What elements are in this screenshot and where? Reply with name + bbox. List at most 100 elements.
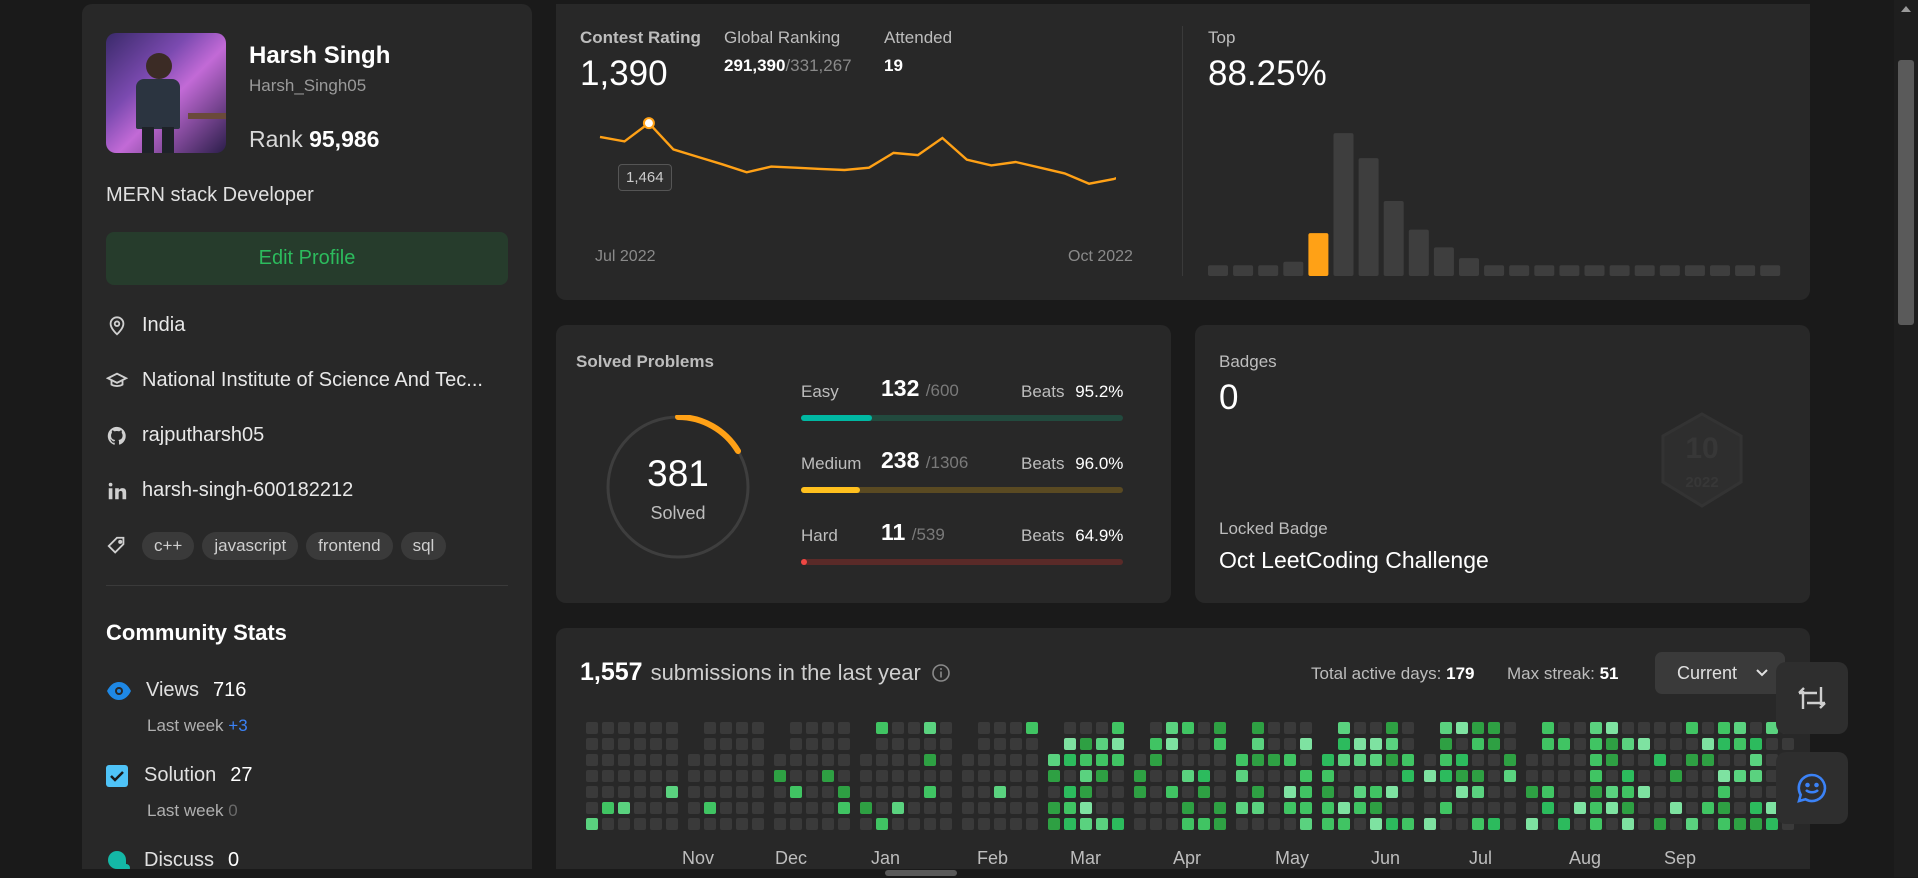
- heatmap-cell[interactable]: [618, 770, 630, 782]
- heatmap-cell[interactable]: [602, 738, 614, 750]
- heatmap-cell[interactable]: [752, 818, 764, 830]
- heatmap-cell[interactable]: [666, 786, 678, 798]
- heatmap-cell[interactable]: [586, 754, 598, 766]
- heatmap-cell[interactable]: [1424, 786, 1436, 798]
- heatmap-cell[interactable]: [1268, 818, 1280, 830]
- heatmap-cell[interactable]: [924, 802, 936, 814]
- heatmap-cell[interactable]: [892, 738, 904, 750]
- heatmap-cell[interactable]: [1026, 802, 1038, 814]
- heatmap-cell[interactable]: [1622, 722, 1634, 734]
- heatmap-cell[interactable]: [924, 738, 936, 750]
- heatmap-cell[interactable]: [1010, 770, 1022, 782]
- scrollbar-up-arrow-icon[interactable]: [1901, 6, 1911, 12]
- heatmap-cell[interactable]: [1574, 818, 1586, 830]
- heatmap-cell[interactable]: [1606, 754, 1618, 766]
- heatmap-cell[interactable]: [908, 786, 920, 798]
- heatmap-cell[interactable]: [1638, 754, 1650, 766]
- heatmap-cell[interactable]: [666, 770, 678, 782]
- github-row[interactable]: rajputharsh05: [106, 424, 506, 447]
- rating-line-chart[interactable]: [556, 4, 1116, 244]
- heatmap-cell[interactable]: [806, 818, 818, 830]
- heatmap-cell[interactable]: [1252, 818, 1264, 830]
- heatmap-cell[interactable]: [650, 722, 662, 734]
- heatmap-cell[interactable]: [666, 722, 678, 734]
- heatmap-cell[interactable]: [1386, 802, 1398, 814]
- heatmap-cell[interactable]: [1488, 786, 1500, 798]
- heatmap-cell[interactable]: [1080, 802, 1092, 814]
- heatmap-cell[interactable]: [962, 754, 974, 766]
- scrollbar-thumb[interactable]: [1898, 60, 1914, 325]
- heatmap-cell[interactable]: [1766, 818, 1778, 830]
- heatmap-cell[interactable]: [774, 802, 786, 814]
- heatmap-cell[interactable]: [1010, 754, 1022, 766]
- heatmap-cell[interactable]: [1010, 802, 1022, 814]
- heatmap-cell[interactable]: [1702, 786, 1714, 798]
- heatmap-cell[interactable]: [720, 802, 732, 814]
- heatmap-cell[interactable]: [1424, 770, 1436, 782]
- heatmap-cell[interactable]: [1574, 786, 1586, 798]
- heatmap-cell[interactable]: [1622, 786, 1634, 798]
- heatmap-cell[interactable]: [1750, 802, 1762, 814]
- heatmap-cell[interactable]: [1370, 754, 1382, 766]
- heatmap-cell[interactable]: [1064, 786, 1076, 798]
- heatmap-cell[interactable]: [908, 770, 920, 782]
- heatmap-cell[interactable]: [1606, 770, 1618, 782]
- heatmap-cell[interactable]: [876, 722, 888, 734]
- heatmap-cell[interactable]: [688, 818, 700, 830]
- heatmap-cell[interactable]: [908, 818, 920, 830]
- heatmap-cell[interactable]: [1182, 738, 1194, 750]
- heatmap-cell[interactable]: [806, 770, 818, 782]
- heatmap-cell[interactable]: [1322, 754, 1334, 766]
- heatmap-cell[interactable]: [1322, 786, 1334, 798]
- heatmap-cell[interactable]: [650, 818, 662, 830]
- avatar[interactable]: [106, 33, 226, 153]
- heatmap-cell[interactable]: [1284, 786, 1296, 798]
- heatmap-cell[interactable]: [940, 754, 952, 766]
- heatmap-cell[interactable]: [892, 802, 904, 814]
- heatmap-cell[interactable]: [860, 818, 872, 830]
- rating-histogram[interactable]: [1208, 114, 1788, 276]
- heatmap-cell[interactable]: [1670, 722, 1682, 734]
- heatmap-cell[interactable]: [806, 802, 818, 814]
- heatmap-cell[interactable]: [634, 770, 646, 782]
- heatmap-cell[interactable]: [1734, 786, 1746, 798]
- heatmap-cell[interactable]: [790, 818, 802, 830]
- heatmap-cell[interactable]: [666, 754, 678, 766]
- heatmap-cell[interactable]: [1622, 818, 1634, 830]
- heatmap-cell[interactable]: [618, 738, 630, 750]
- heatmap-cell[interactable]: [1670, 818, 1682, 830]
- heatmap-cell[interactable]: [1424, 818, 1436, 830]
- heatmap-cell[interactable]: [1750, 770, 1762, 782]
- heatmap-cell[interactable]: [1402, 754, 1414, 766]
- heatmap-cell[interactable]: [1504, 722, 1516, 734]
- heatmap-cell[interactable]: [1080, 722, 1092, 734]
- heatmap-cell[interactable]: [720, 818, 732, 830]
- heatmap-cell[interactable]: [1504, 738, 1516, 750]
- heatmap-cell[interactable]: [838, 786, 850, 798]
- heatmap-cell[interactable]: [1504, 754, 1516, 766]
- heatmap-cell[interactable]: [666, 802, 678, 814]
- heatmap-cell[interactable]: [978, 818, 990, 830]
- heatmap-cell[interactable]: [752, 786, 764, 798]
- heatmap-cell[interactable]: [1574, 722, 1586, 734]
- heatmap-cell[interactable]: [1300, 802, 1312, 814]
- heatmap-cell[interactable]: [736, 722, 748, 734]
- heatmap-cell[interactable]: [1718, 754, 1730, 766]
- heatmap-cell[interactable]: [838, 802, 850, 814]
- heatmap-cell[interactable]: [1096, 754, 1108, 766]
- heatmap-cell[interactable]: [1526, 818, 1538, 830]
- heatmap-cell[interactable]: [1558, 754, 1570, 766]
- heatmap-cell[interactable]: [1080, 754, 1092, 766]
- heatmap-cell[interactable]: [1096, 802, 1108, 814]
- heatmap-cell[interactable]: [1402, 802, 1414, 814]
- heatmap-cell[interactable]: [1558, 770, 1570, 782]
- heatmap-cell[interactable]: [752, 738, 764, 750]
- heatmap-cell[interactable]: [1134, 786, 1146, 798]
- heatmap-cell[interactable]: [1386, 786, 1398, 798]
- heatmap-cell[interactable]: [1590, 786, 1602, 798]
- heatmap-cell[interactable]: [1734, 770, 1746, 782]
- heatmap-cell[interactable]: [586, 786, 598, 798]
- heatmap-cell[interactable]: [1590, 802, 1602, 814]
- heatmap-cell[interactable]: [876, 738, 888, 750]
- heatmap-cell[interactable]: [1488, 770, 1500, 782]
